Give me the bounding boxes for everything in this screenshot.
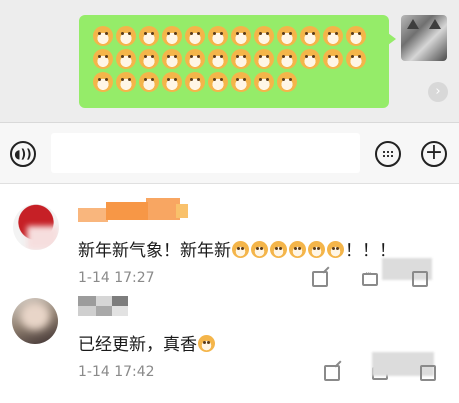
doge-emoji-icon (185, 72, 205, 92)
comment-text: 新年新气象！新年新！！！ (78, 236, 396, 261)
share-icon[interactable] (312, 271, 328, 287)
doge-emoji-icon (251, 241, 268, 258)
doge-emoji-icon (139, 72, 159, 92)
doge-emoji-icon (116, 49, 136, 69)
doge-emoji-icon (300, 26, 320, 46)
avatar-ear-right (429, 19, 441, 29)
doge-emoji-icon (93, 72, 113, 92)
doge-emoji-icon (185, 49, 205, 69)
commenter-avatar[interactable] (13, 204, 59, 250)
doge-emoji-icon (162, 26, 182, 46)
doge-emoji-icon (162, 49, 182, 69)
avatar-ear-left (407, 19, 419, 29)
comment-emoji-group (197, 335, 216, 355)
doge-emoji-icon (346, 49, 366, 69)
doge-emoji-icon (139, 49, 159, 69)
emoji-keyboard-button[interactable] (375, 141, 401, 167)
comment-time: 1-14 17:27 (78, 270, 155, 286)
doge-emoji-icon (254, 49, 274, 69)
doge-emoji-icon (277, 26, 297, 46)
message-input[interactable] (51, 133, 360, 173)
avatar-mosaic (20, 302, 50, 330)
doge-emoji-icon (232, 241, 249, 258)
sender-avatar[interactable] (401, 15, 447, 61)
doge-emoji-icon (231, 26, 251, 46)
commenter-name-mosaic[interactable] (78, 296, 128, 318)
doge-emoji-icon (323, 49, 343, 69)
doge-emoji-icon (231, 49, 251, 69)
keyboard-icon (382, 150, 394, 158)
doge-emoji-icon (254, 72, 274, 92)
commenter-name-mosaic[interactable] (78, 198, 188, 223)
comment-icon[interactable] (362, 269, 378, 286)
doge-emoji-icon (300, 49, 320, 69)
doge-emoji-icon (270, 241, 287, 258)
doge-emoji-icon (289, 241, 306, 258)
plus-icon: + (424, 140, 444, 165)
comment-body: 已经更新，真香 (78, 335, 197, 355)
doge-emoji-icon (327, 241, 344, 258)
more-button[interactable]: + (421, 141, 447, 167)
comment-text: 已经更新，真香 (78, 330, 216, 355)
doge-emoji-icon (93, 49, 113, 69)
voice-button[interactable]: ◖)) (10, 141, 36, 167)
doge-emoji-icon (277, 49, 297, 69)
doge-emoji-icon (308, 241, 325, 258)
doge-emoji-icon (208, 72, 228, 92)
doge-emoji-icon (323, 26, 343, 46)
avatar-mosaic (27, 226, 59, 250)
emoji-grid (93, 26, 383, 92)
doge-emoji-icon (231, 72, 251, 92)
voice-icon: ◖)) (14, 147, 32, 161)
doge-emoji-icon (208, 26, 228, 46)
comment-emoji-group (231, 241, 345, 261)
like-icon[interactable] (420, 365, 436, 381)
comment-body: 新年新气象！新年新 (78, 241, 231, 261)
commenter-avatar[interactable] (12, 298, 58, 344)
input-bar: ◖)) + (0, 122, 459, 184)
doge-emoji-icon (208, 49, 228, 69)
share-icon[interactable] (324, 365, 340, 381)
comment-time: 1-14 17:42 (78, 364, 155, 380)
doge-emoji-icon (254, 26, 274, 46)
doge-emoji-icon (116, 72, 136, 92)
doge-emoji-icon (93, 26, 113, 46)
like-icon[interactable] (412, 271, 428, 287)
doge-emoji-icon (277, 72, 297, 92)
doge-emoji-icon (198, 335, 215, 352)
doge-emoji-icon (116, 26, 136, 46)
message-status-icon[interactable]: › (428, 82, 448, 102)
message-bubble[interactable] (79, 15, 396, 108)
doge-emoji-icon (139, 26, 159, 46)
doge-emoji-icon (185, 26, 205, 46)
doge-emoji-icon (346, 26, 366, 46)
doge-emoji-icon (162, 72, 182, 92)
chat-area: › (0, 0, 459, 122)
